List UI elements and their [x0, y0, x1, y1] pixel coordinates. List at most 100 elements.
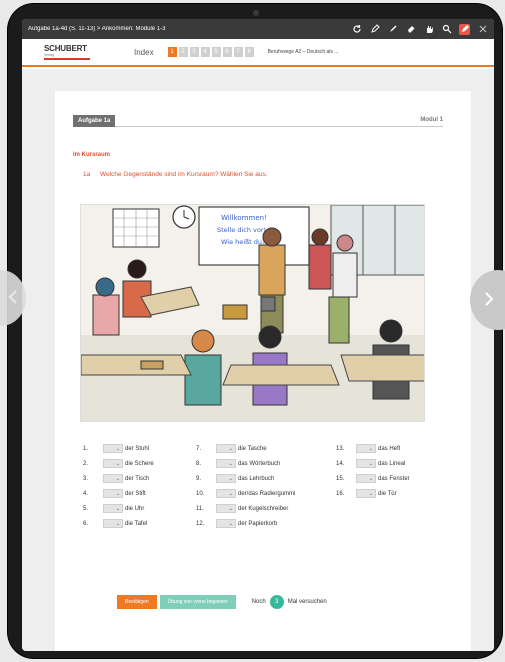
logo-text: SCHUBERT	[44, 44, 87, 54]
answer-select[interactable]: ⌄	[216, 504, 236, 513]
chevron-down-icon: ⌄	[115, 505, 120, 512]
chevron-down-icon: ⌄	[228, 520, 233, 527]
item-number: 7.	[196, 445, 202, 452]
chevron-left-icon	[8, 290, 17, 304]
board-line-1: Willkommen!	[221, 214, 267, 222]
tries-suffix: Mal versuchen	[287, 599, 327, 605]
vocab-item: 5. ⌄ die Uhr	[83, 501, 154, 516]
answer-select[interactable]: ⌄	[103, 474, 123, 483]
answer-select[interactable]: ⌄	[103, 444, 123, 453]
exercise-tab: Aufgabe 1a	[73, 115, 116, 127]
answer-select[interactable]: ⌄	[216, 489, 236, 498]
page-tab-4[interactable]: 4	[200, 47, 210, 57]
vocab-item: 10. ⌄ der/das Radiergummi	[196, 486, 295, 501]
page-tab-8[interactable]: 8	[244, 47, 254, 57]
tries-count-badge: 3	[269, 595, 284, 609]
task-number: 1a	[83, 171, 91, 178]
answer-select[interactable]: ⌄	[216, 444, 236, 453]
restart-button[interactable]: Übung von vorne beginnen	[159, 595, 236, 609]
search-icon[interactable]	[441, 24, 452, 35]
page-tab-2[interactable]: 2	[178, 47, 188, 57]
chevron-down-icon: ⌄	[115, 460, 120, 467]
item-label: die Schere	[125, 460, 154, 467]
item-number: 8.	[196, 460, 202, 467]
page-tab-3[interactable]: 3	[189, 47, 199, 57]
content-area[interactable]: Aufgabe 1a Modul 1 Im Kursraum 1a Welche…	[22, 69, 494, 651]
section-title: Im Kursraum	[73, 152, 111, 158]
item-number: 5.	[83, 505, 89, 512]
book-navbar: SCHUBERT Verlag Index 12345678 Berufsweg…	[22, 39, 494, 67]
page-tab-7[interactable]: 7	[233, 47, 243, 57]
publisher-logo: SCHUBERT Verlag	[44, 44, 96, 60]
hand-icon[interactable]	[423, 24, 434, 35]
page-tabs: 12345678	[167, 47, 254, 57]
chevron-down-icon: ⌄	[228, 445, 233, 452]
chevron-down-icon: ⌄	[368, 490, 373, 497]
item-label: das Lehrbuch	[238, 475, 275, 482]
chevron-down-icon: ⌄	[368, 460, 373, 467]
item-label: die Uhr	[125, 505, 145, 512]
vocab-column-2: 7. ⌄ die Tasche 8. ⌄ das Wörterbuch 9. ⌄ das Leh…	[196, 441, 295, 531]
eraser-icon[interactable]	[405, 24, 416, 35]
item-number: 12.	[196, 520, 205, 527]
chevron-down-icon: ⌄	[228, 490, 233, 497]
whiteboard-illus: Willkommen! Stelle dich vor! Wie heißt d…	[198, 206, 310, 266]
vocab-item: 15. ⌄ das Fenster	[336, 471, 410, 486]
page-tab-6[interactable]: 6	[222, 47, 232, 57]
chevron-down-icon: ⌄	[115, 490, 120, 497]
item-label: das Wörterbuch	[238, 460, 281, 467]
pen-icon[interactable]	[369, 24, 380, 35]
item-number: 11.	[196, 505, 204, 512]
vocab-item: 12. ⌄ der Papierkorb	[196, 516, 295, 531]
module-label: Modul 1	[420, 117, 443, 123]
exercise-actions: Bestätigen Übung von vorne beginnen Noch…	[117, 595, 327, 609]
tool-icons	[351, 23, 488, 35]
book-title: Berufswege A2 – Deutsch als ...	[267, 49, 339, 55]
refresh-icon[interactable]	[351, 24, 362, 35]
exercise-sheet: Aufgabe 1a Modul 1 Im Kursraum 1a Welche…	[55, 91, 471, 651]
page-tab-1[interactable]: 1	[167, 47, 177, 57]
answer-select[interactable]: ⌄	[356, 459, 376, 468]
answer-select[interactable]: ⌄	[356, 474, 376, 483]
clock-illus	[172, 205, 196, 229]
vocab-item: 3. ⌄ der Tisch	[83, 471, 154, 486]
item-label: die Tasche	[238, 445, 267, 452]
top-toolbar: Aufgabe 1a-4d (S. 11-13) > Ankommen: Mod…	[22, 19, 494, 39]
chevron-down-icon: ⌄	[115, 475, 120, 482]
item-label: der Papierkorb	[238, 520, 278, 527]
answer-select[interactable]: ⌄	[356, 489, 376, 498]
page-tab-5[interactable]: 5	[211, 47, 221, 57]
item-label: die Tür	[378, 490, 397, 497]
item-label: der Kugelschreiber	[238, 505, 289, 512]
chevron-down-icon: ⌄	[228, 475, 233, 482]
marker-icon[interactable]	[459, 23, 470, 35]
poster-illus	[112, 208, 160, 248]
item-number: 10.	[196, 490, 205, 497]
item-number: 6.	[83, 520, 89, 527]
answer-select[interactable]: ⌄	[356, 444, 376, 453]
vocab-item: 16. ⌄ die Tür	[336, 486, 410, 501]
confirm-button[interactable]: Bestätigen	[117, 595, 157, 609]
close-icon[interactable]	[477, 24, 488, 35]
vocab-item: 6. ⌄ die Tafel	[83, 516, 154, 531]
item-number: 3.	[83, 475, 89, 482]
answer-select[interactable]: ⌄	[103, 459, 123, 468]
answer-select[interactable]: ⌄	[103, 519, 123, 528]
item-number: 16.	[336, 490, 345, 497]
answer-select[interactable]: ⌄	[216, 459, 236, 468]
answer-select[interactable]: ⌄	[216, 519, 236, 528]
item-number: 2.	[83, 460, 89, 467]
vocab-item: 2. ⌄ die Schere	[83, 456, 154, 471]
item-label: das Fenster	[378, 475, 410, 482]
vocab-item: 4. ⌄ der Stift	[83, 486, 154, 501]
item-label: der Stift	[125, 490, 146, 497]
item-label: der Tisch	[125, 475, 150, 482]
pencil-icon[interactable]	[387, 24, 398, 35]
answer-select[interactable]: ⌄	[103, 504, 123, 513]
chevron-down-icon: ⌄	[115, 520, 120, 527]
vocab-item: 9. ⌄ das Lehrbuch	[196, 471, 295, 486]
answer-select[interactable]: ⌄	[216, 474, 236, 483]
index-link[interactable]: Index	[134, 48, 154, 57]
answer-select[interactable]: ⌄	[103, 489, 123, 498]
item-number: 13.	[336, 445, 345, 452]
